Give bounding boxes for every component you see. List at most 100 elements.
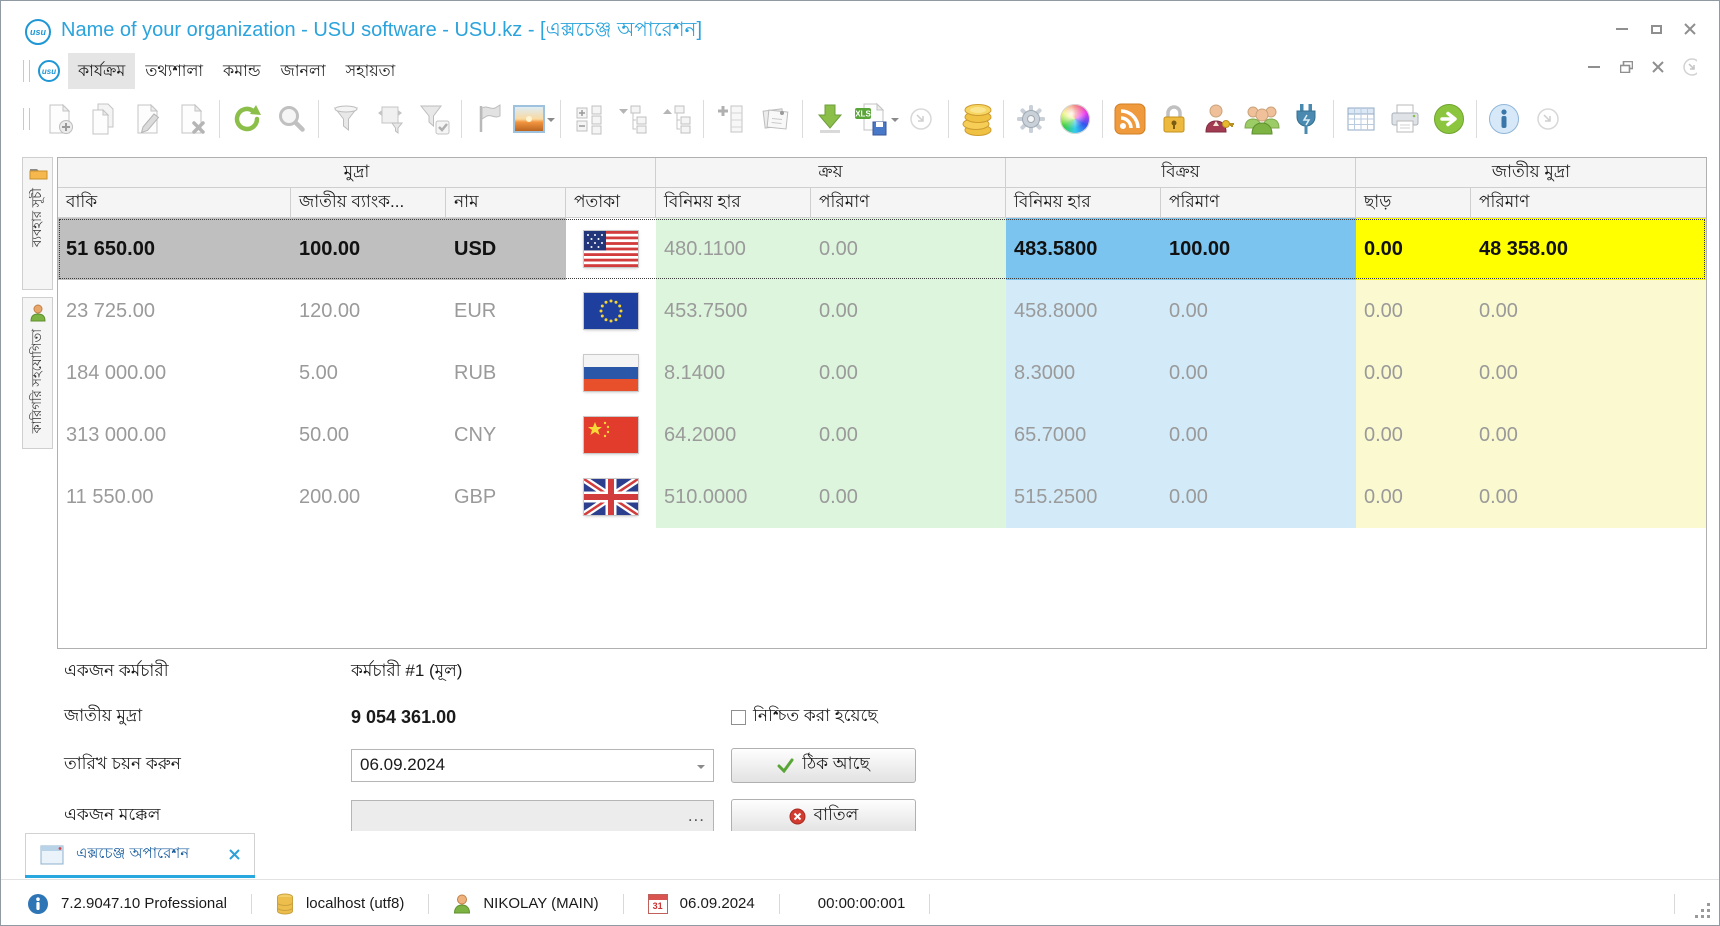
delete-record-button[interactable] xyxy=(170,95,214,143)
rss-button[interactable] xyxy=(1108,95,1152,143)
cell-balance: 184 000.00 xyxy=(58,342,291,404)
collapse-tree-button[interactable] xyxy=(654,95,698,143)
col-amount[interactable]: পরিমাণ xyxy=(1471,188,1706,218)
go-next-button[interactable] xyxy=(1427,95,1471,143)
report-button[interactable] xyxy=(753,95,797,143)
filter-apply-button[interactable] xyxy=(412,95,456,143)
client-input[interactable]: ... xyxy=(351,800,714,833)
print-button[interactable] xyxy=(1383,95,1427,143)
minimize-button[interactable] xyxy=(1615,23,1629,35)
col-national-bank[interactable]: জাতীয় ব্যাংক... xyxy=(291,188,446,218)
col-sell-qty[interactable]: পরিমাণ xyxy=(1161,188,1356,218)
export-xls-button[interactable]: XLS xyxy=(852,95,899,143)
col-buy-qty[interactable]: পরিমাণ xyxy=(811,188,1006,218)
expand-levels-icon xyxy=(570,101,606,137)
menu-overflow-button[interactable] xyxy=(1683,61,1697,73)
col-buy-rate[interactable]: বিনিময় হার xyxy=(656,188,811,218)
date-input[interactable]: 06.09.2024 xyxy=(351,749,714,782)
group-sell[interactable]: বিক্রয় xyxy=(1006,158,1356,188)
group-currency[interactable]: মুদ্রা xyxy=(58,158,656,188)
import-icon xyxy=(812,101,848,137)
copy-record-button[interactable] xyxy=(82,95,126,143)
document-tab-bar: এক্সচেঞ্জ অপারেশন xyxy=(1,831,1719,879)
table-view-button[interactable] xyxy=(1339,95,1383,143)
add-record-button[interactable] xyxy=(38,95,82,143)
employee-label: একজন কর্মচারী xyxy=(57,658,351,686)
import-button[interactable] xyxy=(808,95,852,143)
group-national[interactable]: জাতীয় মুদ্রা xyxy=(1356,158,1706,188)
table-row-usd[interactable]: 51 650.00 100.00 USD 480.1100 0.00 483.5… xyxy=(58,218,1706,280)
color-theme-button[interactable] xyxy=(1053,95,1097,143)
image-view-button[interactable] xyxy=(511,95,555,143)
refresh-button[interactable] xyxy=(225,95,269,143)
col-discount[interactable]: ছাড় xyxy=(1356,188,1471,218)
col-name[interactable]: নাম xyxy=(446,188,566,218)
cell-amount: 0.00 xyxy=(1471,342,1706,404)
toolbar-drag-handle-2[interactable] xyxy=(23,108,30,130)
close-button[interactable] xyxy=(1683,23,1697,35)
confirmed-checkbox-group[interactable]: নিশ্চিত করা হয়েছে xyxy=(731,703,878,731)
confirmed-checkbox[interactable] xyxy=(731,710,746,725)
toolbar-drag-handle[interactable] xyxy=(23,60,30,82)
cancel-button[interactable]: বাতিল xyxy=(731,799,916,834)
col-flag[interactable]: পতাকা xyxy=(566,188,656,218)
table-row-gbp[interactable]: 11 550.00 200.00 GBP 510.0000 0.00 515.2… xyxy=(58,466,1706,528)
menu-window[interactable]: জানলা xyxy=(271,53,336,90)
cell-buy-qty: 0.00 xyxy=(811,280,1006,342)
check-icon xyxy=(777,758,794,773)
users-button[interactable] xyxy=(1240,95,1284,143)
edit-record-button[interactable] xyxy=(126,95,170,143)
ok-button[interactable]: ঠিক আছে xyxy=(731,748,916,783)
cell-sell-rate: 458.8000 xyxy=(1006,280,1161,342)
cell-name: EUR xyxy=(446,280,566,342)
image-view-icon xyxy=(512,104,546,134)
cell-name: CNY xyxy=(446,404,566,466)
browse-button[interactable]: ... xyxy=(688,806,705,826)
overflow-button[interactable] xyxy=(899,95,943,143)
user-rights-button[interactable] xyxy=(1196,95,1240,143)
cell-flag xyxy=(566,404,656,466)
chevron-circle-icon xyxy=(1536,107,1560,131)
dropdown-caret-icon xyxy=(891,118,899,126)
col-balance[interactable]: বাকি xyxy=(58,188,291,218)
cell-buy-qty: 0.00 xyxy=(811,466,1006,528)
toolbar-overflow-button[interactable] xyxy=(1526,95,1570,143)
resize-grip[interactable] xyxy=(1695,903,1711,919)
table-row-rub[interactable]: 184 000.00 5.00 RUB 8.1400 0.00 8.3000 0… xyxy=(58,342,1706,404)
menu-directories[interactable]: তথ্যশালা xyxy=(135,53,213,90)
menu-actions[interactable]: কার্যক্রম xyxy=(68,53,135,90)
settings-button[interactable] xyxy=(1009,95,1053,143)
window-title: Name of your organization - USU software… xyxy=(61,15,702,48)
lock-icon xyxy=(1156,101,1192,137)
side-tab-user-guide[interactable]: ব্যবহার সূচী xyxy=(22,157,53,290)
currency-button[interactable] xyxy=(954,95,998,143)
info-button[interactable] xyxy=(1482,95,1526,143)
cell-buy-rate: 480.1100 xyxy=(656,218,811,280)
table-row-cny[interactable]: 313 000.00 50.00 CNY 64.2000 0.00 65.700… xyxy=(58,404,1706,466)
filter-button[interactable] xyxy=(324,95,368,143)
col-sell-rate[interactable]: বিনিময় হার xyxy=(1006,188,1161,218)
add-column-button[interactable] xyxy=(709,95,753,143)
mdi-restore-button[interactable] xyxy=(1619,61,1633,73)
connections-button[interactable] xyxy=(1284,95,1328,143)
menu-help[interactable]: সহায়তা xyxy=(336,53,406,90)
expand-tree-button[interactable] xyxy=(610,95,654,143)
filter-window-button[interactable] xyxy=(368,95,412,143)
database-text: localhost (utf8) xyxy=(306,895,404,912)
table-row-eur[interactable]: 23 725.00 120.00 EUR 453.7500 0.00 458.8… xyxy=(58,280,1706,342)
mdi-close-button[interactable] xyxy=(1651,61,1665,73)
exchange-table: মুদ্রা ক্রয় বিক্রয় জাতীয় মুদ্রা বাকি … xyxy=(57,157,1707,649)
menu-commands[interactable]: কমান্ড xyxy=(213,53,271,90)
search-button[interactable] xyxy=(269,95,313,143)
tab-exchange-operation[interactable]: এক্সচেঞ্জ অপারেশন xyxy=(25,833,255,875)
expand-levels-button[interactable] xyxy=(566,95,610,143)
flag-button[interactable] xyxy=(467,95,511,143)
group-buy[interactable]: ক্রয় xyxy=(656,158,1006,188)
cell-buy-rate: 64.2000 xyxy=(656,404,811,466)
maximize-button[interactable] xyxy=(1649,23,1663,35)
mdi-minimize-button[interactable] xyxy=(1587,61,1601,73)
lock-button[interactable] xyxy=(1152,95,1196,143)
tab-close-icon[interactable] xyxy=(229,849,240,860)
cell-discount: 0.00 xyxy=(1356,404,1471,466)
side-tab-tech-support[interactable]: কারিগরি সহযোগিতা xyxy=(22,297,53,449)
